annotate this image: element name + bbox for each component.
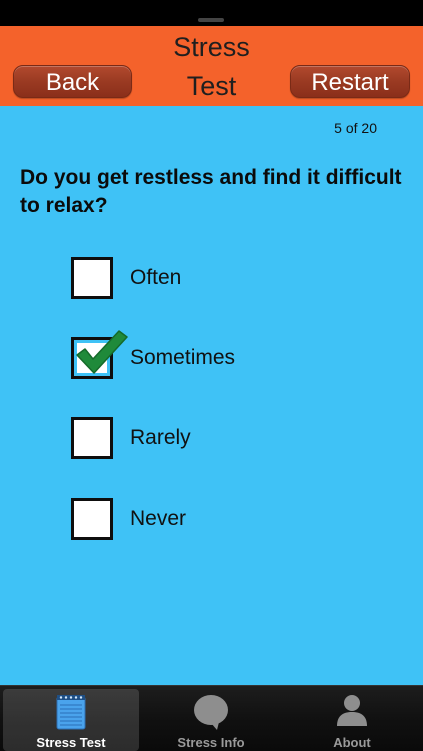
tab-about[interactable]: About — [284, 689, 420, 751]
option-label: Often — [130, 266, 182, 289]
tab-label: Stress Test — [36, 735, 106, 750]
option-sometimes[interactable]: Sometimes — [71, 330, 371, 379]
tab-label: Stress Info — [177, 735, 245, 750]
checkbox[interactable] — [71, 417, 113, 459]
status-indicator — [198, 18, 224, 22]
option-rarely[interactable]: Rarely — [71, 417, 371, 459]
checkmark-icon — [76, 330, 128, 374]
person-icon — [337, 695, 367, 726]
tab-stress-info[interactable]: Stress Info — [143, 689, 279, 751]
speech-bubble-icon — [194, 695, 228, 730]
tab-stress-test[interactable]: Stress Test — [3, 689, 139, 751]
nav-title: Stress Test — [173, 32, 250, 101]
tab-label: About — [333, 735, 371, 750]
notepad-icon — [56, 695, 86, 730]
option-often[interactable]: Often — [71, 257, 371, 299]
question-text: Do you get restless and find it difficul… — [20, 166, 402, 217]
tab-bar: Stress Test Stress Info About — [0, 685, 423, 751]
back-button[interactable]: Back — [13, 65, 132, 98]
question-progress: 5 of 20 — [334, 120, 377, 136]
option-label: Rarely — [130, 426, 191, 449]
option-never[interactable]: Never — [71, 498, 371, 540]
option-label: Never — [130, 507, 187, 530]
status-bar — [0, 0, 423, 26]
checkbox[interactable] — [71, 498, 113, 540]
option-label: Sometimes — [130, 346, 236, 369]
nav-bar: Back Stress Test Restart — [0, 26, 423, 106]
checkbox[interactable] — [71, 257, 113, 299]
restart-button[interactable]: Restart — [290, 65, 410, 98]
